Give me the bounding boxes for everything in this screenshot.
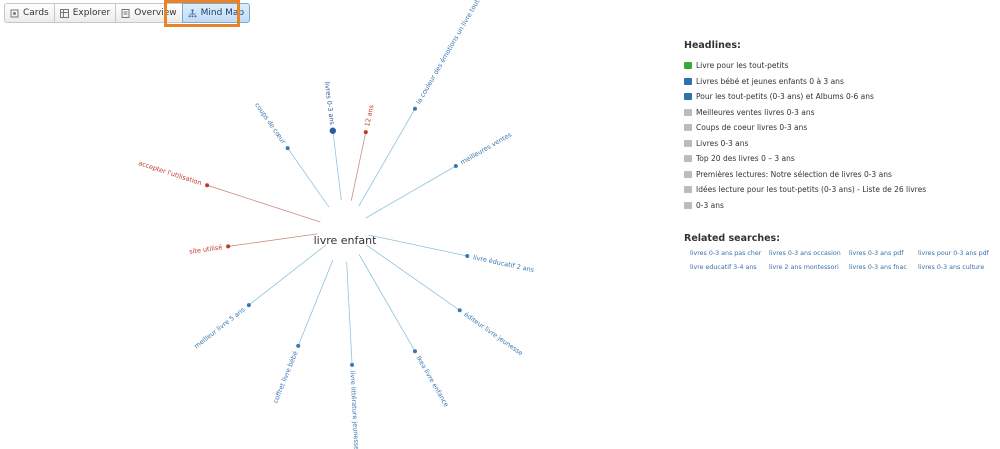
mind-map-node-label[interactable]: Ikea livre enfance (415, 354, 451, 408)
mind-map-node-label[interactable]: accepter l'utilisation (137, 159, 202, 187)
headline-rank-icon (684, 170, 692, 178)
headline-item[interactable]: Coups de coeur livres 0-3 ans (684, 120, 994, 136)
mind-map: livres 0-3 ans 12 ans la couleur des émoti… (137, 0, 535, 449)
mind-map-node-dot[interactable] (350, 362, 355, 367)
headline-text: Meilleures ventes livres 0-3 ans (696, 107, 815, 117)
headline-text: Pour les tout-petits (0-3 ans) et Albums… (696, 92, 874, 102)
mind-map-edge (346, 261, 353, 365)
related-searches-grid: livres 0-3 ans pas cher livres 0-3 ans oc… (684, 250, 994, 271)
mind-map-center-label[interactable]: livre enfant (314, 234, 377, 247)
mind-map-edge (332, 130, 342, 201)
mind-map-node-dot[interactable] (465, 253, 470, 258)
mind-map-node-dot[interactable] (226, 244, 231, 249)
mind-map-edge (350, 132, 367, 201)
mind-map-node-dot[interactable] (413, 106, 417, 111)
related-search-link[interactable]: livres 0-3 ans pdf (849, 250, 918, 257)
headline-rank-icon (684, 77, 692, 85)
headline-text: Idées lecture pour les tout-petits (0-3 … (696, 185, 927, 195)
headline-rank-icon (684, 108, 692, 116)
headline-rank-icon (684, 93, 692, 101)
headline-item[interactable]: Idées lecture pour les tout-petits (0-3 … (684, 182, 994, 198)
mind-map-node-dot[interactable] (296, 343, 301, 348)
headline-text: Premières lectures: Notre sélection de l… (696, 169, 892, 179)
mind-map-node-dot[interactable] (285, 146, 290, 151)
mind-map-node-dot[interactable] (329, 127, 337, 134)
related-search-link[interactable]: livre 2 ans montessori (769, 264, 849, 271)
mind-map-edge (365, 165, 457, 219)
headline-text: Top 20 des livres 0 – 3 ans (696, 154, 795, 164)
mind-map-node-label[interactable]: coffret livre bébé (271, 350, 299, 404)
headline-rank-icon (684, 124, 692, 132)
headline-item[interactable]: Livres bébé et jeunes enfants 0 à 3 ans (684, 74, 994, 90)
headline-item[interactable]: Pour les tout-petits (0-3 ans) et Albums… (684, 89, 994, 105)
headline-text: 0-3 ans (696, 200, 724, 210)
headline-item[interactable]: Top 20 des livres 0 – 3 ans (684, 151, 994, 167)
related-search-link[interactable]: livres 0-3 ans fnac (849, 264, 918, 271)
mind-map-edge (297, 259, 334, 347)
headline-item[interactable]: Livres 0-3 ans (684, 136, 994, 152)
mind-map-node-dot[interactable] (205, 183, 210, 188)
mind-map-node-label[interactable]: la couleur des émotions un livre tout... (415, 0, 485, 106)
headlines-list: Livre pour les tout-petits Livres bébé et… (684, 58, 994, 213)
mind-map-node-label[interactable]: site utilisé (189, 243, 223, 256)
mind-map-edge (358, 254, 416, 352)
headline-text: Livres bébé et jeunes enfants 0 à 3 ans (696, 76, 844, 86)
mind-map-node-label[interactable]: 12 ans (363, 104, 375, 128)
mind-map-node-dot[interactable] (363, 130, 368, 135)
mind-map-node-label[interactable]: coups de cœur (253, 101, 288, 146)
related-search-link[interactable]: livres pour 0-3 ans pdf (918, 250, 996, 257)
mind-map-edge (206, 184, 321, 223)
mind-map-edge (248, 244, 327, 306)
headline-rank-icon (684, 186, 692, 194)
mind-map-node-label[interactable]: livre littérature jeunesse (348, 371, 360, 449)
headline-item[interactable]: Premières lectures: Notre sélection de l… (684, 167, 994, 183)
mind-map-edge (366, 244, 460, 311)
mind-map-node-dot[interactable] (457, 308, 462, 313)
side-panel: Headlines: Livre pour les tout-petits Liv… (684, 40, 994, 271)
headline-text: Coups de coeur livres 0-3 ans (696, 123, 808, 133)
related-search-link[interactable]: livre educatif 3-4 ans (690, 264, 769, 271)
related-searches-title: Related searches: (684, 233, 781, 244)
headline-item[interactable]: 0-3 ans (684, 198, 994, 214)
mind-map-node-label[interactable]: livres 0-3 ans (323, 81, 336, 126)
mind-map-node-label[interactable]: livre éducatif 2 ans (472, 253, 535, 274)
headline-rank-icon (684, 155, 692, 163)
headline-item[interactable]: Meilleures ventes livres 0-3 ans (684, 105, 994, 121)
headline-item[interactable]: Livre pour les tout-petits (684, 58, 994, 74)
related-search-link[interactable]: livres 0-3 ans culture (918, 264, 996, 271)
mind-map-edge (368, 234, 468, 257)
mind-map-node-dot[interactable] (453, 164, 458, 168)
mind-map-node-dot[interactable] (246, 303, 251, 308)
mind-map-edge (228, 233, 318, 247)
headline-rank-icon (684, 201, 692, 209)
mind-map-node-dot[interactable] (413, 349, 417, 354)
headline-text: Livre pour les tout-petits (696, 61, 789, 71)
mind-map-node-label[interactable]: éditeur livre jeunesse (462, 310, 524, 357)
headline-text: Livres 0-3 ans (696, 138, 749, 148)
mind-map-node-label[interactable]: meilleures ventes (459, 130, 514, 166)
headline-rank-icon (684, 139, 692, 147)
related-search-link[interactable]: livres 0-3 ans occasion (769, 250, 849, 257)
headline-rank-icon (684, 62, 692, 70)
mind-map-edge (287, 147, 330, 208)
mind-map-node-label[interactable]: meilleur livre 5 ans (193, 305, 248, 350)
headlines-title: Headlines: (684, 40, 741, 51)
related-search-link[interactable]: livres 0-3 ans pas cher (690, 250, 769, 257)
